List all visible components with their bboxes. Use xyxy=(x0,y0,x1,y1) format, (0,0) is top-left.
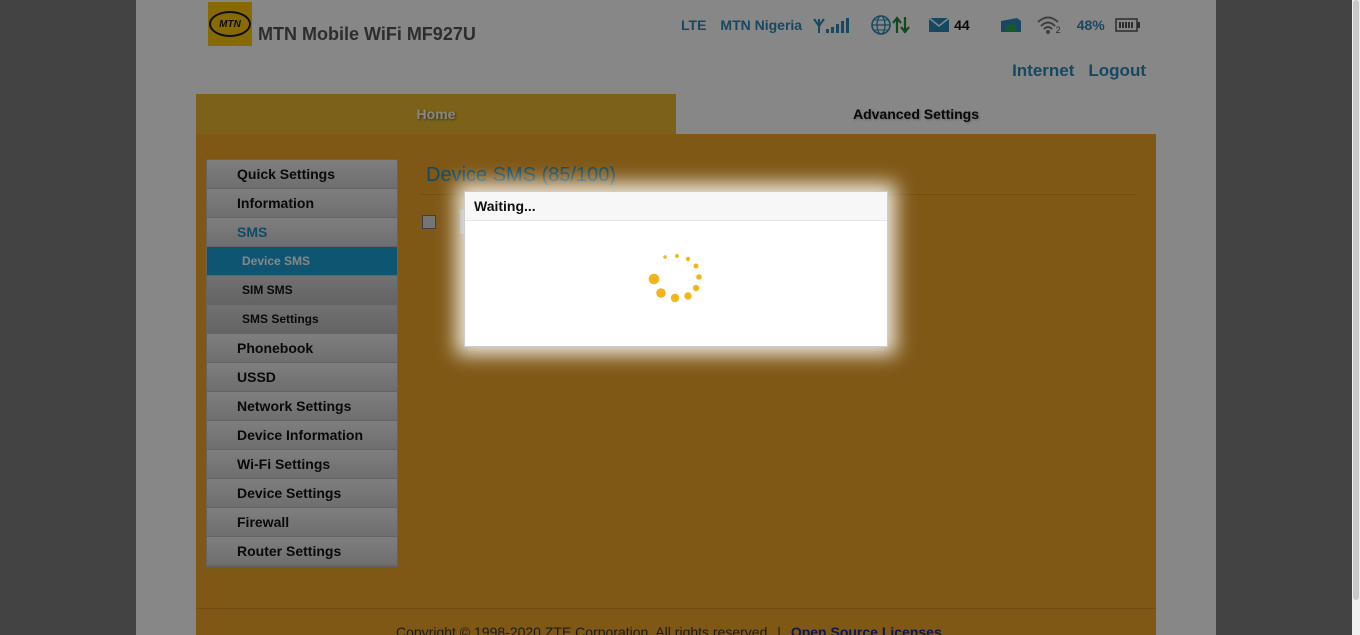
waiting-dialog: Waiting... xyxy=(464,191,888,347)
page-scrollbar[interactable] xyxy=(1352,0,1360,635)
scrollbar-thumb[interactable] xyxy=(1353,0,1359,600)
loading-spinner-icon xyxy=(647,248,707,308)
dialog-title: Waiting... xyxy=(465,192,887,221)
